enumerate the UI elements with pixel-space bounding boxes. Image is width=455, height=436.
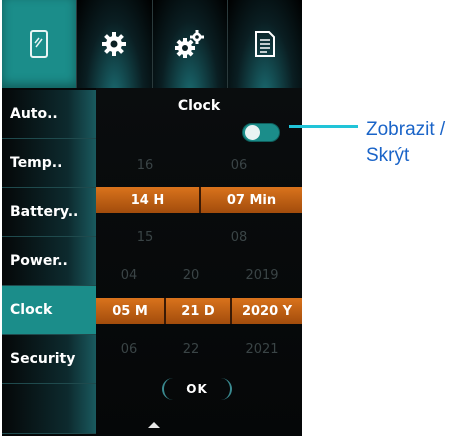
minute-value[interactable]: 07 Min: [199, 187, 302, 213]
device-screen: Auto.. Temp.. Battery.. Power.. Clock Se…: [2, 0, 302, 436]
sidebar-item-battery[interactable]: Battery..: [2, 188, 96, 237]
toggle-knob: [245, 125, 260, 140]
year-value[interactable]: 2020 Y: [230, 298, 302, 324]
sidebar-item-label: Temp..: [10, 155, 63, 171]
callout-line-1: Zobrazit /: [366, 119, 446, 140]
minute-next[interactable]: 08: [214, 230, 264, 245]
callout-line-2: Skrýt: [366, 145, 410, 166]
hour-previous[interactable]: 16: [120, 158, 170, 173]
document-icon: [254, 31, 275, 57]
sidebar-item-auto[interactable]: Auto..: [2, 90, 96, 139]
tab-log[interactable]: [227, 0, 302, 88]
sidebar-item-security[interactable]: Security: [2, 335, 96, 384]
sidebar-item-empty: [2, 384, 96, 434]
minute-previous[interactable]: 06: [214, 158, 264, 173]
callout-label: Zobrazit / Skrýt: [366, 117, 445, 169]
tab-settings[interactable]: [77, 0, 153, 88]
month-previous[interactable]: 04: [104, 268, 154, 283]
hour-next[interactable]: 15: [120, 230, 170, 245]
gear-icon: [102, 32, 127, 56]
clock-panel: Clock 16 06 14 H 07 Min 15 08 04 20 2019…: [96, 88, 302, 436]
phone-icon: [30, 30, 49, 58]
side-menu: Auto.. Temp.. Battery.. Power.. Clock Se…: [2, 90, 96, 436]
date-selection-bar: 05 M 21 D 2020 Y: [96, 298, 302, 324]
sidebar-item-power[interactable]: Power..: [2, 237, 96, 286]
year-next[interactable]: 2021: [232, 342, 292, 357]
day-value[interactable]: 21 D: [164, 298, 230, 324]
caret-up-icon[interactable]: [148, 422, 160, 428]
tab-device[interactable]: [2, 0, 78, 88]
month-value[interactable]: 05 M: [96, 298, 164, 324]
ok-button[interactable]: OK: [162, 378, 232, 400]
tab-advanced[interactable]: [152, 0, 228, 88]
page-title: Clock: [177, 98, 221, 114]
year-previous[interactable]: 2019: [232, 268, 292, 283]
hour-value[interactable]: 14 H: [96, 187, 199, 213]
gears-icon: [174, 30, 204, 58]
sidebar-item-temp[interactable]: Temp..: [2, 139, 96, 188]
show-hide-toggle[interactable]: [242, 123, 280, 142]
day-next[interactable]: 22: [166, 342, 216, 357]
sidebar-item-label: Security: [10, 351, 76, 367]
sidebar-item-label: Auto..: [10, 106, 58, 122]
sidebar-item-label: Power..: [10, 253, 68, 269]
callout-leader-line: [289, 125, 358, 128]
day-previous[interactable]: 20: [166, 268, 216, 283]
top-tab-bar: [2, 0, 302, 88]
sidebar-item-clock[interactable]: Clock: [2, 286, 96, 335]
month-next[interactable]: 06: [104, 342, 154, 357]
sidebar-item-label: Clock: [10, 302, 53, 318]
time-selection-bar: 14 H 07 Min: [96, 187, 302, 213]
sidebar-item-label: Battery..: [10, 204, 79, 220]
